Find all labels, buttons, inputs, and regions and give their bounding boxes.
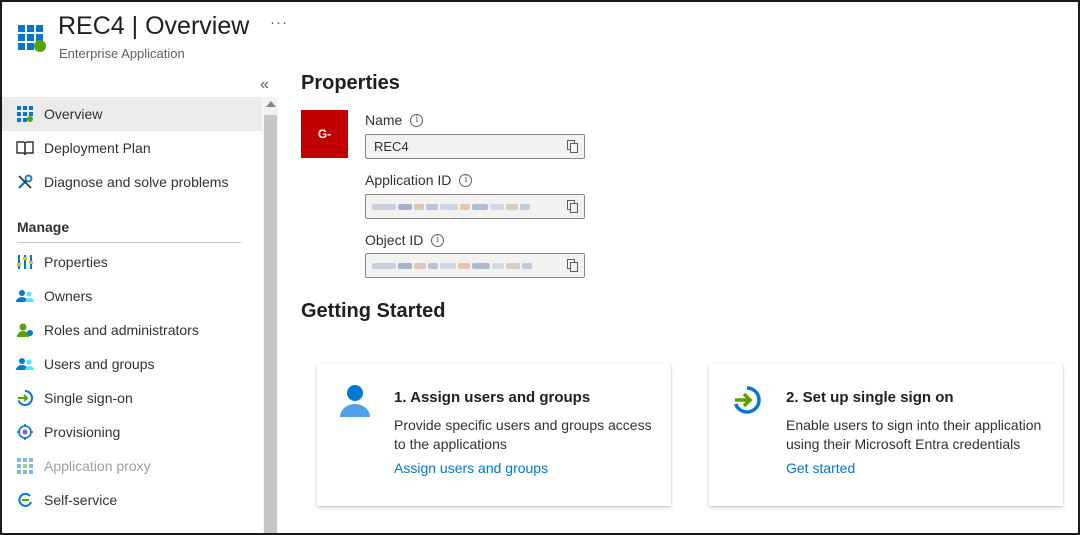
name-value: REC4	[374, 139, 409, 154]
sidebar-item-label: Users and groups	[44, 356, 155, 372]
sidebar-item-label: Deployment Plan	[44, 140, 151, 156]
sidebar-item-label: Application proxy	[44, 458, 151, 474]
name-field[interactable]: REC4	[365, 134, 585, 159]
info-icon[interactable]: i	[459, 173, 473, 187]
main-content: Properties G- Name i REC4 Application ID…	[278, 2, 1078, 533]
get-started-link[interactable]: Get started	[786, 460, 855, 476]
sidebar-item-single-sign-on[interactable]: Single sign-on	[2, 381, 262, 415]
scroll-thumb[interactable]	[264, 115, 277, 533]
info-icon[interactable]: i	[410, 113, 424, 127]
self-service-icon	[16, 491, 34, 509]
copy-icon[interactable]	[567, 259, 579, 272]
app-window: REC4 | Overview Enterprise Application ·…	[0, 0, 1080, 535]
name-label: Name i	[365, 112, 424, 128]
sidebar-item-users-groups[interactable]: Users and groups	[2, 347, 262, 381]
app-grid-icon	[18, 25, 46, 52]
redacted-value	[372, 204, 530, 210]
assign-users-card: 1. Assign users and groups Provide speci…	[317, 364, 671, 506]
app-logo: G-	[301, 110, 348, 158]
grid-icon	[16, 105, 34, 123]
sign-in-arrow-icon	[734, 386, 761, 414]
card-description: Provide specific users and groups access…	[394, 417, 652, 452]
provisioning-icon	[16, 423, 34, 441]
scroll-up-arrow-icon[interactable]	[266, 101, 276, 107]
collapse-sidebar-button[interactable]: «	[260, 76, 269, 94]
sidebar-item-owners[interactable]: Owners	[2, 279, 262, 313]
sidebar-item-deployment-plan[interactable]: Deployment Plan	[2, 131, 262, 165]
card-title: 2. Set up single sign on	[786, 389, 954, 406]
sidebar-item-provisioning[interactable]: Provisioning	[2, 415, 262, 449]
sidebar-item-label: Overview	[44, 106, 103, 122]
copy-icon[interactable]	[567, 200, 579, 213]
sidebar-item-label: Self-service	[44, 492, 118, 508]
sso-icon	[16, 389, 34, 407]
sidebar-item-overview[interactable]: Overview	[2, 97, 262, 131]
sidebar-item-label: Single sign-on	[44, 390, 133, 406]
object-id-label: Object ID i	[365, 232, 445, 248]
sidebar-item-application-proxy: Application proxy	[2, 449, 262, 483]
name-label-text: Name	[365, 112, 403, 128]
page-title: REC4 | Overview	[58, 12, 249, 41]
proxy-icon	[16, 457, 34, 475]
wrench-icon	[16, 173, 34, 191]
object-id-field[interactable]	[365, 253, 585, 278]
app-name: REC4	[58, 12, 125, 40]
sidebar-item-label: Roles and administrators	[44, 322, 199, 338]
sso-card: 2. Set up single sign on Enable users to…	[709, 364, 1063, 506]
object-id-label-text: Object ID	[365, 232, 424, 248]
sidebar-item-roles[interactable]: Roles and administrators	[2, 313, 262, 347]
copy-icon[interactable]	[567, 140, 579, 153]
section-divider	[17, 242, 241, 243]
book-icon	[16, 139, 34, 157]
sidebar-item-label: Diagnose and solve problems	[44, 174, 229, 190]
application-id-label-text: Application ID	[365, 172, 452, 188]
users-icon	[16, 355, 34, 373]
section-heading-manage: Manage	[17, 219, 70, 235]
application-id-label: Application ID i	[365, 172, 473, 188]
user-icon	[340, 385, 370, 417]
properties-heading: Properties	[301, 72, 400, 94]
application-id-field[interactable]	[365, 194, 585, 219]
redacted-value	[372, 263, 532, 269]
sidebar-nav: Overview Deployment Plan Diagnose and so…	[2, 97, 264, 533]
getting-started-heading: Getting Started	[301, 300, 446, 322]
owners-icon	[16, 287, 34, 305]
sidebar-item-properties[interactable]: Properties	[2, 245, 262, 279]
sidebar-item-label: Owners	[44, 288, 93, 304]
sidebar-item-label: Properties	[44, 254, 108, 270]
sidebar-item-self-service[interactable]: Self-service	[2, 483, 262, 517]
roles-icon	[16, 321, 34, 339]
sidebar-item-diagnose[interactable]: Diagnose and solve problems	[2, 165, 262, 199]
page-name: Overview	[145, 12, 250, 40]
page-subtitle: Enterprise Application	[59, 46, 185, 61]
card-title: 1. Assign users and groups	[394, 389, 591, 406]
sidebar-scrollbar[interactable]	[263, 97, 278, 533]
card-description: Enable users to sign into their applicat…	[786, 417, 1042, 452]
assign-users-link[interactable]: Assign users and groups	[394, 460, 548, 476]
properties-icon	[16, 253, 34, 271]
sidebar-item-label: Provisioning	[44, 424, 121, 440]
info-icon[interactable]: i	[431, 233, 445, 247]
title-separator: |	[131, 12, 139, 40]
